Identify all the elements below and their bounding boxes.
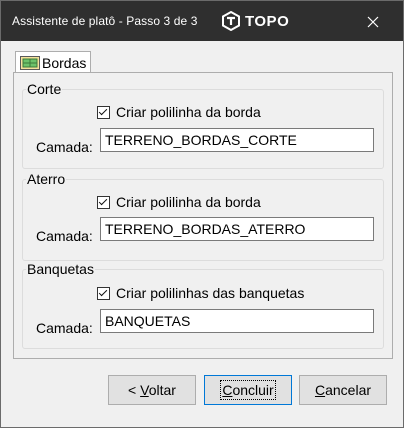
close-button[interactable] — [353, 9, 393, 35]
checkbox-checked-icon — [97, 105, 110, 119]
tab-label: Bordas — [42, 55, 87, 71]
group-title: Aterro — [26, 171, 67, 187]
cancel-button-label: Cancelar — [314, 382, 372, 398]
checkbox-label: Criar polilinha da borda — [116, 194, 261, 210]
tab-bar: Bordas — [13, 51, 393, 74]
topo-logo-icon — [222, 11, 240, 31]
group-title: Banquetas — [26, 261, 95, 277]
back-button[interactable]: < Voltar — [108, 375, 196, 405]
group-corte: Corte Criar polilinha da borda Camada: T… — [22, 81, 384, 169]
checkbox-checked-icon — [97, 286, 110, 300]
layer-label: Camada: — [36, 139, 93, 155]
group-title: Corte — [26, 81, 63, 97]
dialog-window: Assistente de platô - Passo 3 de 3 TOPO … — [0, 0, 404, 428]
logo-text: TOPO — [245, 12, 290, 30]
finish-button[interactable]: Concluir — [204, 375, 292, 405]
finish-button-label: Concluir — [220, 380, 276, 400]
layer-input[interactable]: TERRENO_BORDAS_CORTE — [100, 128, 374, 152]
checkbox-label: Criar polilinhas das banquetas — [116, 285, 305, 301]
create-polyline-checkbox[interactable]: Criar polilinha da borda — [97, 104, 261, 120]
layer-input[interactable]: BANQUETAS — [100, 309, 374, 333]
back-button-label: < Voltar — [128, 382, 176, 398]
topo-logo: TOPO — [221, 10, 289, 32]
layer-input[interactable]: TERRENO_BORDAS_ATERRO — [100, 217, 374, 241]
create-polylines-checkbox[interactable]: Criar polilinhas das banquetas — [97, 285, 304, 301]
title-bar[interactable]: Assistente de platô - Passo 3 de 3 TOPO — [1, 1, 403, 41]
cancel-button[interactable]: Cancelar — [299, 375, 387, 405]
group-aterro: Aterro Criar polilinha da borda Camada: … — [22, 171, 384, 261]
layer-label: Camada: — [36, 320, 93, 336]
close-icon — [367, 16, 379, 28]
checkbox-checked-icon — [97, 195, 110, 209]
create-polyline-checkbox[interactable]: Criar polilinha da borda — [97, 194, 261, 210]
window-title: Assistente de platô - Passo 3 de 3 — [12, 14, 198, 28]
layer-label: Camada: — [36, 228, 93, 244]
checkbox-label: Criar polilinha da borda — [116, 104, 261, 120]
group-banquetas: Banquetas Criar polilinhas das banquetas… — [22, 261, 384, 349]
bordas-panel: Corte Criar polilinha da borda Camada: T… — [13, 72, 393, 359]
border-grid-icon — [20, 56, 40, 70]
tab-bordas[interactable]: Bordas — [15, 51, 92, 74]
